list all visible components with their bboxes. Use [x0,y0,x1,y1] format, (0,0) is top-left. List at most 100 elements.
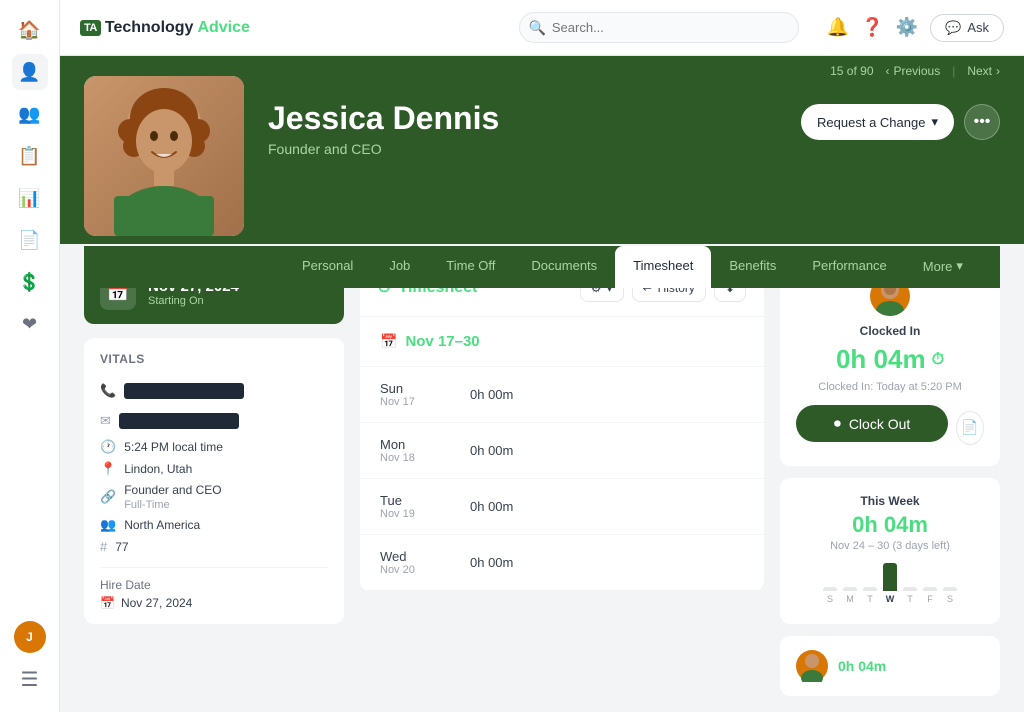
chart-bar-m: M [843,587,857,604]
profile-photo [84,76,244,236]
email-vital: ✉ [100,406,328,436]
vitals-title: Vitals [100,352,328,366]
id-vital: # 77 [100,536,328,557]
calendar-range-icon: 📅 [380,333,397,350]
tab-documents[interactable]: Documents [513,246,615,288]
more-options-button[interactable]: ••• [964,104,1000,140]
sidebar-home-icon[interactable]: 🏠 [12,12,48,48]
sidebar-document-icon[interactable]: 📋 [12,138,48,174]
pagination-sep: | [952,64,955,78]
table-row: Tue Nov 19 0h 00m [360,479,764,535]
clocked-in-label: Clocked In [796,324,984,338]
content-area: 📅 Nov 27, 2024 Starting On Vitals 📞 ✉ [60,244,1024,712]
bar-t1 [863,587,877,591]
phone-icon: 📞 [100,383,116,399]
search-icon: 🔍 [529,19,546,36]
sidebar-person-icon[interactable]: 👤 [12,54,48,90]
ask-icon: 💬 [945,20,961,36]
sidebar-report-icon[interactable]: 📄 [12,222,48,258]
tab-time-off[interactable]: Time Off [428,246,513,288]
table-row: Mon Nov 18 0h 00m [360,423,764,479]
role-vital: 🔗 Founder and CEO Full-Time [100,480,328,514]
profile-info: Jessica Dennis Founder and CEO [268,76,801,157]
user-avatar[interactable]: J [14,621,46,653]
ts-date-header: 📅 Nov 17–30 [360,317,764,367]
profile-nav: Personal Job Time Off Documents Timeshee… [84,246,1000,288]
chart-bar-s1: S [823,587,837,604]
topnav-actions: 🔔 ❓ ⚙️ 💬 Ask [827,14,1004,42]
stop-icon: ⏺ [834,415,841,432]
bar-f [923,587,937,591]
clocked-time: 0h 04m ⏱ [796,344,984,375]
tab-personal[interactable]: Personal [284,246,371,288]
day-sun: Sun Nov 17 [380,381,470,408]
sidebar-group-icon[interactable]: 👥 [12,96,48,132]
notifications-icon[interactable]: 🔔 [827,17,849,38]
tab-more[interactable]: More ▾ [905,246,981,288]
bottom-time: 0h 04m [838,658,984,674]
sidebar-dollar-icon[interactable]: 💲 [12,264,48,300]
ask-button[interactable]: 💬 Ask [930,14,1004,42]
document-icon: 📄 [961,419,978,436]
vitals-divider [100,567,328,568]
profile-photo-placeholder [84,76,244,236]
note-button[interactable]: 📄 [956,411,984,445]
request-change-button[interactable]: Request a Change ▾ [801,104,954,140]
chart-bar-t2: T [903,587,917,604]
help-icon[interactable]: ❓ [861,17,883,38]
profile-content: 15 of 90 ‹ Previous | Next › [60,56,1024,712]
sidebar-heart-icon[interactable]: ❤ [12,306,48,342]
clock-icon: 🕐 [100,439,116,455]
left-panel: 📅 Nov 27, 2024 Starting On Vitals 📞 ✉ [84,260,344,696]
tab-timesheet[interactable]: Timesheet [615,246,711,288]
chart-bar-w: W [883,563,897,604]
day-wed: Wed Nov 20 [380,549,470,576]
hire-date: 📅 Nov 27, 2024 [100,596,328,610]
main-content: TA TechnologyAdvice 🔍 🔔 ❓ ⚙️ 💬 Ask 15 of… [60,0,1024,712]
logo: TA TechnologyAdvice [80,19,250,37]
week-label: This Week [796,494,984,508]
bar-w [883,563,897,591]
clock-card: Clocked In 0h 04m ⏱ Clocked In: Today at… [780,260,1000,466]
logo-tech: Technology [105,19,194,37]
search-input[interactable] [519,12,799,43]
previous-button[interactable]: ‹ Previous [886,64,941,78]
tab-performance[interactable]: Performance [794,246,904,288]
vitals-section: Vitals 📞 ✉ 🕐 5:24 PM local time 📍 [84,338,344,624]
ts-date-range: Nov 17–30 [405,333,479,350]
next-button[interactable]: Next › [967,64,1000,78]
tab-benefits[interactable]: Benefits [711,246,794,288]
chevron-down-icon: ▾ [931,114,938,130]
right-panel: Clocked In 0h 04m ⏱ Clocked In: Today at… [780,260,1000,696]
chart-bar-t1: T [863,587,877,604]
search-bar[interactable]: 🔍 [519,12,799,43]
bar-s2 [943,587,957,591]
logo-icon: TA [80,20,101,36]
calendar-small-icon: 📅 [100,596,115,610]
clock-out-button[interactable]: ⏺ Clock Out [796,405,948,442]
sidebar-menu-icon[interactable]: ☰ [13,659,47,700]
group-icon: 👥 [100,517,116,533]
clock-timer-icon: ⏱ [932,351,944,369]
week-card: This Week 0h 04m Nov 24 – 30 (3 days lef… [780,478,1000,624]
day-tue: Tue Nov 19 [380,493,470,520]
chevron-down-icon: ▾ [956,258,963,274]
chart-bar-f: F [923,587,937,604]
location-vital: 📍 Lindon, Utah [100,458,328,480]
profile-name: Jessica Dennis [268,100,801,137]
hire-section: Hire Date 📅 Nov 27, 2024 [100,578,328,610]
pagination-count: 15 of 90 [830,64,873,78]
time-vital: 🕐 5:24 PM local time [100,436,328,458]
clock-actions: ⏺ Clock Out 📄 [796,405,984,450]
sidebar-chart-icon[interactable]: 📊 [12,180,48,216]
day-mon: Mon Nov 18 [380,437,470,464]
email-redacted [119,413,239,429]
topnav: TA TechnologyAdvice 🔍 🔔 ❓ ⚙️ 💬 Ask [60,0,1024,56]
week-chart: S M T W [796,564,984,604]
tab-job[interactable]: Job [371,246,428,288]
week-sub: Nov 24 – 30 (3 days left) [796,540,984,552]
chart-bar-s2: S [943,587,957,604]
logo-advice: Advice [197,19,249,37]
settings-icon[interactable]: ⚙️ [896,17,918,38]
table-row: Sun Nov 17 0h 00m [360,367,764,423]
